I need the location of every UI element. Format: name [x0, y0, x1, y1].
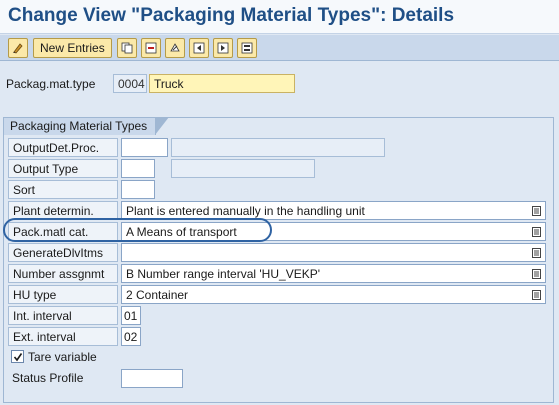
ext-interval-label: Ext. interval	[8, 327, 118, 346]
packaging-material-type-description[interactable]: Truck	[149, 74, 295, 93]
output-type-description	[171, 159, 315, 178]
previous-entry-button[interactable]	[189, 38, 209, 58]
previous-entry-icon	[193, 42, 205, 54]
output-type-label: Output Type	[8, 159, 118, 178]
copy-as-icon	[121, 42, 133, 54]
title-bar: Change View "Packaging Material Types": …	[0, 0, 559, 34]
copy-as-button[interactable]	[117, 38, 137, 58]
highlight-ring	[3, 218, 272, 242]
tare-variable-label: Tare variable	[28, 350, 97, 364]
dropdown-list-icon[interactable]	[529, 245, 543, 260]
sort-label: Sort	[8, 180, 118, 199]
plant-determination-value: Plant is entered manually in the handlin…	[126, 204, 365, 218]
checkmark-icon	[13, 352, 22, 361]
sort-input[interactable]	[121, 180, 155, 199]
ext-interval-input[interactable]: 02	[121, 327, 141, 346]
new-entries-button[interactable]: New Entries	[33, 38, 112, 58]
dropdown-list-icon[interactable]	[529, 266, 543, 281]
generate-dlv-items-dropdown[interactable]	[121, 243, 546, 262]
application-toolbar: New Entries	[0, 35, 559, 61]
page-title: Change View "Packaging Material Types": …	[8, 5, 455, 26]
undo-change-button[interactable]	[165, 38, 185, 58]
group-title: Packaging Material Types	[3, 117, 170, 135]
output-type-input[interactable]	[121, 159, 155, 178]
packaging-material-type-code: 0004	[113, 74, 147, 93]
hu-type-label: HU type	[8, 285, 118, 304]
int-interval-label: Int. interval	[8, 306, 118, 325]
tare-variable-checkbox[interactable]	[11, 350, 24, 363]
change-display-icon	[13, 43, 23, 54]
packaging-material-type-label: Packag.mat.type	[6, 77, 96, 91]
undo-change-icon	[170, 43, 180, 52]
number-assignment-label: Number assgnmt	[8, 264, 118, 283]
dropdown-list-icon[interactable]	[529, 287, 543, 302]
hu-type-value: 2 Container	[126, 288, 189, 302]
int-interval-input[interactable]: 01	[121, 306, 141, 325]
hu-type-dropdown[interactable]: 2 Container	[121, 285, 546, 304]
dropdown-list-icon[interactable]	[529, 224, 543, 239]
dropdown-list-icon[interactable]	[529, 203, 543, 218]
number-assignment-value: B Number range interval 'HU_VEKP'	[126, 267, 320, 281]
delete-icon	[145, 42, 157, 54]
next-entry-button[interactable]	[213, 38, 233, 58]
delete-button[interactable]	[141, 38, 161, 58]
status-profile-input[interactable]	[121, 369, 183, 388]
number-assignment-dropdown[interactable]: B Number range interval 'HU_VEKP'	[121, 264, 546, 283]
next-entry-icon	[217, 42, 229, 54]
status-profile-label: Status Profile	[12, 371, 84, 385]
change-display-button[interactable]	[8, 38, 28, 58]
select-all-icon	[241, 42, 253, 54]
generate-dlv-items-label: GenerateDlvItms	[8, 243, 118, 262]
output-det-proc-label: OutputDet.Proc.	[8, 138, 118, 157]
select-all-button[interactable]	[237, 38, 257, 58]
output-det-proc-description	[171, 138, 385, 157]
output-det-proc-input[interactable]	[121, 138, 168, 157]
